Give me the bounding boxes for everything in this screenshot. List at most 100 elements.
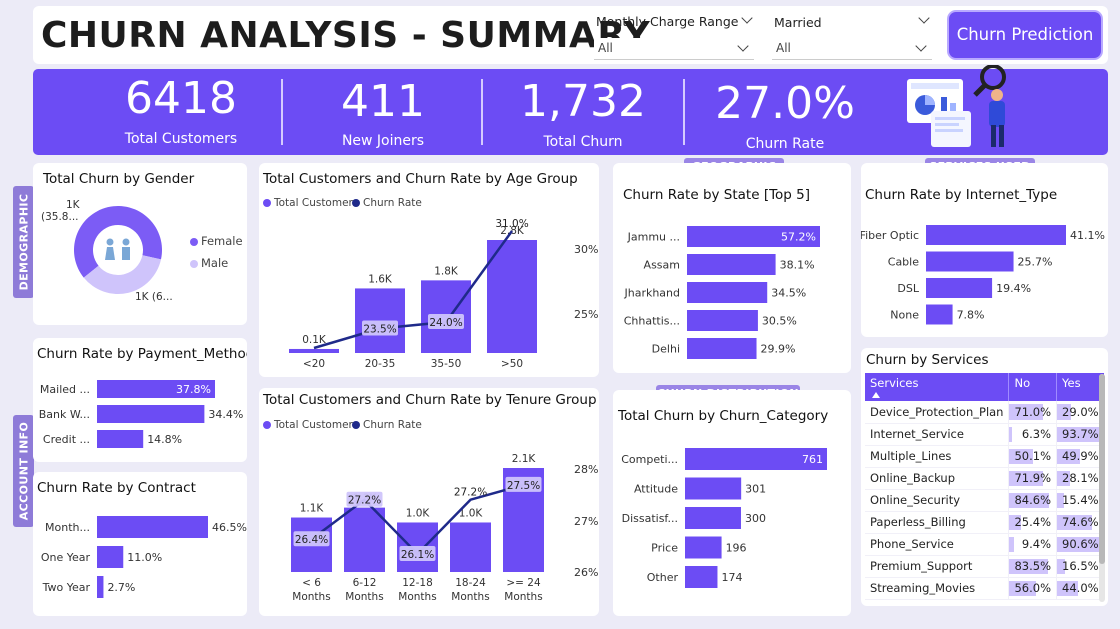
bar-category-label: Bank W...: [39, 408, 90, 421]
chevron-down-icon[interactable]: [918, 12, 930, 24]
x-tick-label: Months: [398, 591, 436, 603]
table-row[interactable]: Phone_Service 9.4% 90.6%: [865, 533, 1104, 556]
donut-hole: [94, 226, 142, 274]
bar-value-label: 14.8%: [147, 433, 182, 446]
state-bar-chart: Jammu ... 57.2% Assam 38.1% Jharkhand 34.5% Ch…: [623, 226, 820, 359]
internet-panel: Churn Rate by Internet_Type Fiber Optic 4…: [861, 163, 1108, 337]
percent-value: 90.6%: [1062, 537, 1099, 551]
churn-prediction-button[interactable]: Churn Prediction: [949, 12, 1101, 58]
percent-value: 28.1%: [1062, 471, 1099, 485]
bar: [687, 310, 758, 331]
filter-married-value: All: [776, 41, 791, 55]
service-yes-cell: 44.0%: [1056, 577, 1104, 600]
bar-value-label: 41.1%: [1070, 229, 1105, 242]
table-row[interactable]: Device_Protection_Plan 71.0% 29.0%: [865, 401, 1104, 424]
table-scrollbar[interactable]: [1099, 374, 1105, 602]
payment-panel: Churn Rate by Payment_Method Mailed ... 3…: [33, 338, 247, 462]
filter-married-select[interactable]: All: [772, 38, 932, 60]
service-name: Online_Backup: [865, 467, 1009, 490]
gender-panel: Total Churn by Gender 1K (35.8... 1K (6.…: [33, 163, 247, 325]
rate-value-label: 27.2%: [348, 495, 381, 507]
rate-value-label: 23.5%: [363, 324, 396, 336]
sort-ascending-icon: [872, 392, 880, 398]
kpi-total-customers-value: 6418: [125, 73, 237, 124]
contract-bar-chart: Month... 46.5% One Year 11.0% Two Year 2.7%: [41, 516, 247, 598]
service-name: Phone_Service: [865, 533, 1009, 556]
kpi-new-joiners-value: 411: [341, 76, 425, 127]
bar-value-label: 34.4%: [208, 408, 243, 421]
percent-value: 29.0%: [1062, 404, 1099, 419]
table-row[interactable]: Paperless_Billing 25.4% 74.6%: [865, 511, 1104, 534]
services-header-yes[interactable]: Yes: [1056, 373, 1104, 401]
gender-label-male: 1K (35.8...: [41, 199, 80, 223]
service-no-cell: 50.1%: [1008, 445, 1057, 468]
table-row[interactable]: Streaming_Movies 56.0% 44.0%: [865, 577, 1104, 600]
rate-value-label: 27.2%: [454, 487, 487, 499]
x-tick-label: <20: [303, 358, 325, 370]
services-table-title: Churn by Services: [866, 352, 989, 368]
bar-value-label: 37.8%: [176, 383, 211, 396]
services-table: Services No Yes Device_Protection_Plan 71…: [865, 373, 1104, 600]
payment-bar-chart: Mailed ... 37.8% Bank W... 34.4% Credit ... 1…: [39, 380, 243, 448]
rate-value-label: 27.5%: [507, 480, 540, 492]
services-header-no[interactable]: No: [1008, 373, 1057, 401]
bar: [926, 278, 993, 298]
bar-category-label: Competi...: [621, 453, 678, 466]
x-tick-label: 18-24: [455, 577, 486, 589]
bar-value-label: 196: [726, 542, 747, 555]
bar: [97, 405, 205, 423]
percent-value: 9.4%: [1021, 537, 1052, 551]
service-name: Multiple_Lines: [865, 445, 1009, 468]
bar: [926, 251, 1014, 272]
age-panel: Total Customers and Churn Rate by Age Gr…: [259, 163, 599, 377]
percent-fill-bar: [1009, 426, 1013, 442]
bar-category-label: Price: [651, 542, 678, 555]
x-tick-label: >50: [501, 358, 523, 370]
tenure-combo-chart: 1.1K< 6Months1.3K6-12Months1.0K12-18Mont…: [291, 453, 544, 603]
x-tick-label: Months: [451, 591, 489, 603]
services-panel: Churn by Services Services No Yes Device…: [861, 348, 1108, 606]
table-row[interactable]: Online_Backup 71.9% 28.1%: [865, 467, 1104, 490]
bar-value-label: 300: [745, 512, 766, 525]
service-no-cell: 6.3%: [1008, 423, 1057, 446]
state-panel: Churn Rate by State [Top 5] Jammu ... 57.…: [613, 163, 851, 373]
services-header-name[interactable]: Services: [865, 373, 1009, 401]
table-row[interactable]: Premium_Support 83.5% 16.5%: [865, 555, 1104, 578]
bar-value-label: 19.4%: [996, 282, 1031, 295]
category-panel: Total Churn by Churn_Category Competi...…: [613, 390, 851, 616]
demographic-tag: DEMOGRAPHIC: [13, 186, 34, 298]
bar: [687, 338, 757, 359]
x-tick-label: 6-12: [353, 577, 377, 589]
percent-value: 15.4%: [1062, 493, 1099, 507]
percent-value: 93.7%: [1062, 427, 1099, 441]
bar-value-label: 25.7%: [1018, 256, 1053, 269]
chevron-down-icon[interactable]: [741, 12, 753, 24]
bar-value-label: 1.8K: [434, 265, 459, 277]
bar: [685, 477, 742, 500]
bar-category-label: Two Year: [42, 581, 91, 594]
bar-value-label: 301: [745, 483, 766, 496]
kpi-total-churn-label: Total Churn: [543, 134, 623, 150]
percent-value: 84.6%: [1014, 493, 1052, 507]
bar-value-label: 2.7%: [107, 581, 135, 594]
percent-value: 25.4%: [1014, 515, 1052, 529]
bar-category-label: Mailed ...: [40, 383, 90, 396]
analytics-illustration: [907, 65, 1006, 147]
bar-category-label: None: [890, 309, 919, 322]
table-row[interactable]: Online_Security 84.6% 15.4%: [865, 489, 1104, 512]
table-row[interactable]: Internet_Service 6.3% 93.7%: [865, 423, 1104, 446]
bar-value-label: 1.1K: [300, 503, 325, 515]
service-yes-cell: 90.6%: [1056, 533, 1104, 556]
bar-category-label: Attitude: [634, 483, 678, 496]
service-yes-cell: 93.7%: [1056, 423, 1104, 446]
bar-category-label: Delhi: [652, 343, 680, 356]
filter-monthly-select[interactable]: All: [594, 38, 754, 60]
tenure-panel: Total Customers and Churn Rate by Tenure…: [259, 388, 599, 616]
table-row[interactable]: Multiple_Lines 50.1% 49.9%: [865, 445, 1104, 468]
legend-male: Male: [190, 256, 228, 270]
rate-value-label: 31.0%: [495, 218, 528, 230]
service-name: Internet_Service: [865, 423, 1009, 446]
bar-category-label: One Year: [41, 551, 91, 564]
x-tick-label: < 6: [302, 577, 321, 589]
x-tick-label: Months: [292, 591, 330, 603]
